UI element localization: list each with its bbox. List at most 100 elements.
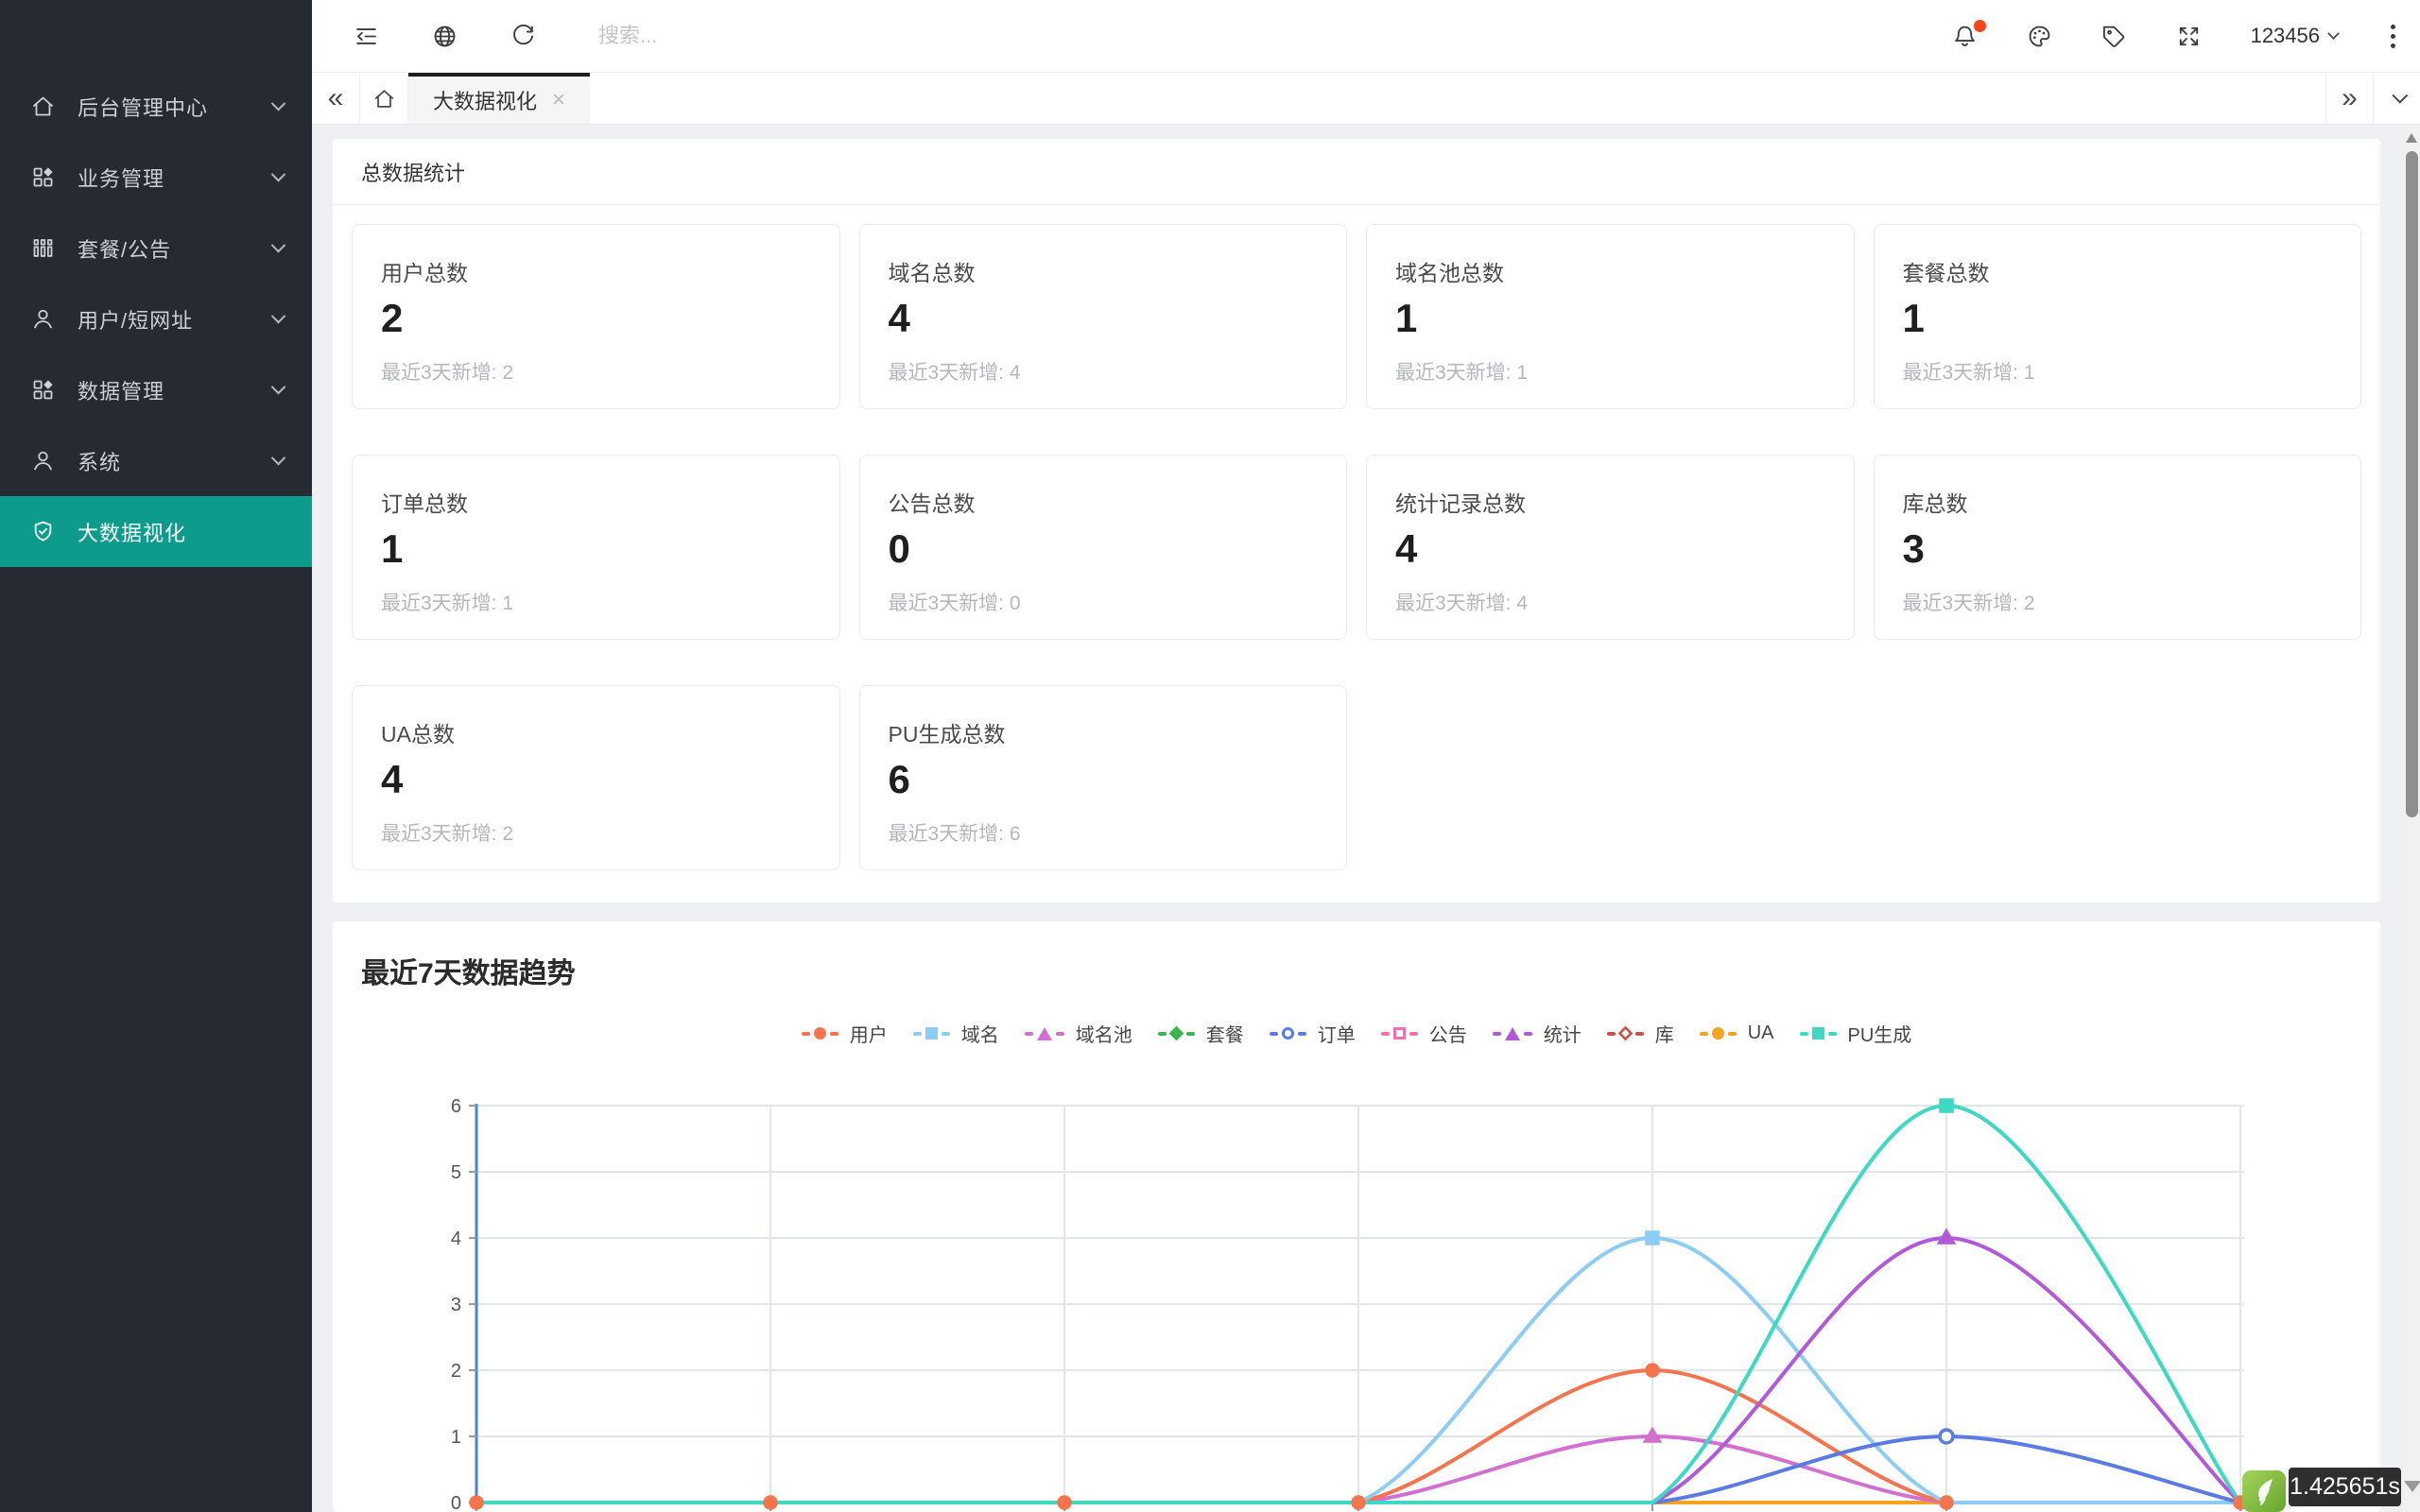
scrollbar-up-arrow-icon[interactable] xyxy=(2406,133,2417,143)
columns-icon xyxy=(30,235,56,261)
user-icon xyxy=(30,448,56,473)
sidebar-item-后台管理中心[interactable]: 后台管理中心 xyxy=(0,71,312,142)
sidebar-item-label: 系统 xyxy=(78,446,121,476)
sidebar-item-业务管理[interactable]: 业务管理 xyxy=(0,142,312,213)
legend-item-域名[interactable]: 域名 xyxy=(913,1020,999,1047)
stat-card-subtext: 最近3天新增: 4 xyxy=(1395,588,1854,616)
legend-item-库[interactable]: 库 xyxy=(1607,1020,1674,1047)
trend-chart-svg: 0123456 xyxy=(420,1087,2291,1512)
legend-dash xyxy=(1635,1032,1644,1036)
circle-open-marker-icon xyxy=(1282,1027,1294,1040)
sidebar-item-数据管理[interactable]: 数据管理 xyxy=(0,354,312,425)
stat-card-title: 域名总数 xyxy=(889,255,1347,287)
tabs-scroll-right-button[interactable]: » xyxy=(2325,73,2373,124)
stat-card-value: 2 xyxy=(381,299,839,338)
username: 123456 xyxy=(2251,24,2320,48)
topbar-right: 123456 xyxy=(1903,21,2403,52)
sidebar-item-label: 用户/短网址 xyxy=(78,304,193,335)
home-tab-button[interactable] xyxy=(359,73,408,124)
appstore-icon xyxy=(30,164,56,190)
data-point-用户 xyxy=(1646,1364,1659,1377)
notification-dot xyxy=(1974,20,1986,32)
stat-card-subtext: 最近3天新增: 2 xyxy=(381,818,839,847)
stat-card-subtext: 最近3天新增: 6 xyxy=(889,818,1347,847)
tabs-menu-button[interactable] xyxy=(2373,73,2420,124)
fullscreen-icon[interactable] xyxy=(2176,24,2202,49)
stat-card-PU生成总数: PU生成总数 6 最近3天新增: 6 xyxy=(859,685,1348,870)
debug-duration: 1.425651s xyxy=(2290,1473,2400,1501)
circle-filled-marker-icon xyxy=(1712,1027,1724,1040)
chart-legend: 用户 域名域名池套餐订单公告统计库 UA PU生成 xyxy=(333,1020,2380,1047)
globe-icon[interactable] xyxy=(432,24,458,49)
menu-fold-icon[interactable] xyxy=(354,24,379,49)
sidebar-item-label: 业务管理 xyxy=(78,163,164,193)
legend-label: 域名 xyxy=(961,1020,999,1047)
legend-item-UA[interactable]: UA xyxy=(1700,1022,1774,1044)
legend-item-统计[interactable]: 统计 xyxy=(1493,1020,1582,1047)
tab-label: 大数据视化 xyxy=(433,85,537,115)
stat-card-域名总数: 域名总数 4 最近3天新增: 4 xyxy=(859,224,1348,409)
tabs-scroll-left-button[interactable]: « xyxy=(312,73,359,124)
stat-card-subtext: 最近3天新增: 2 xyxy=(1903,588,2361,616)
vertical-scrollbar[interactable] xyxy=(2404,125,2420,1512)
y-axis-tick-label: 4 xyxy=(451,1228,461,1249)
data-point-域名 xyxy=(1646,1231,1659,1245)
sidebar-item-label: 套餐/公告 xyxy=(78,233,171,264)
legend-item-域名池[interactable]: 域名池 xyxy=(1025,1020,1132,1047)
tabbar: « 大数据视化 × » xyxy=(312,73,2420,125)
chevron-down-icon xyxy=(271,451,286,466)
leaf-flame-icon xyxy=(2248,1475,2280,1507)
kebab-menu-icon[interactable] xyxy=(2383,21,2403,52)
y-axis-tick-label: 5 xyxy=(451,1162,461,1183)
sidebar-item-大数据视化[interactable]: 大数据视化 xyxy=(0,496,312,567)
chevron-down-icon xyxy=(271,238,286,253)
legend-dash xyxy=(1409,1032,1418,1036)
stat-card-value: 6 xyxy=(889,760,1347,799)
sidebar-item-用户/短网址[interactable]: 用户/短网址 xyxy=(0,284,312,354)
debug-caret-icon[interactable] xyxy=(2404,1481,2420,1492)
chevron-down-icon xyxy=(271,96,286,112)
stat-card-title: 订单总数 xyxy=(381,486,839,518)
data-point-用户 xyxy=(1940,1496,1953,1509)
legend-dash xyxy=(830,1032,838,1036)
shield-check-icon xyxy=(30,519,56,544)
user-menu[interactable]: 123456 xyxy=(2251,24,2338,48)
stat-card-title: 库总数 xyxy=(1903,486,2361,518)
stat-card-title: 域名池总数 xyxy=(1395,255,1854,287)
sidebar-item-系统[interactable]: 系统 xyxy=(0,425,312,496)
home-icon xyxy=(30,94,56,119)
data-point-订单 xyxy=(1940,1430,1953,1443)
trend-panel: 最近7天数据趋势 用户域名域名池套餐订单公告统计库UAPU生成 0123456 xyxy=(333,921,2380,1512)
legend-item-PU生成[interactable]: PU生成 xyxy=(1800,1020,1912,1047)
stat-card-value: 4 xyxy=(889,299,1347,338)
palette-icon[interactable] xyxy=(2027,24,2052,49)
close-icon[interactable]: × xyxy=(552,89,565,112)
legend-item-用户[interactable]: 用户 xyxy=(802,1020,888,1047)
legend-dash xyxy=(1700,1032,1708,1036)
legend-item-公告[interactable]: 公告 xyxy=(1381,1020,1467,1047)
refresh-icon[interactable] xyxy=(510,24,536,49)
stat-card-subtext: 最近3天新增: 1 xyxy=(1395,357,1854,386)
legend-dash xyxy=(1056,1032,1064,1036)
bell-icon[interactable] xyxy=(1952,24,1978,49)
legend-dash xyxy=(802,1032,810,1036)
stat-card-subtext: 最近3天新增: 4 xyxy=(889,357,1347,386)
data-point-PU生成 xyxy=(1940,1099,1953,1112)
debug-toolbar-logo[interactable] xyxy=(2242,1470,2286,1512)
tab-big-data-visualization[interactable]: 大数据视化 × xyxy=(408,73,590,124)
legend-item-订单[interactable]: 订单 xyxy=(1270,1020,1356,1047)
search-input[interactable] xyxy=(596,23,1003,49)
diamond-filled-marker-icon xyxy=(1168,1026,1184,1041)
tag-icon[interactable] xyxy=(2101,24,2127,49)
stat-card-title: PU生成总数 xyxy=(889,716,1347,748)
stat-card-value: 3 xyxy=(1903,529,2361,569)
sidebar-item-套餐/公告[interactable]: 套餐/公告 xyxy=(0,213,312,284)
legend-item-套餐[interactable]: 套餐 xyxy=(1158,1020,1244,1047)
chevron-down-icon xyxy=(271,167,286,182)
y-axis-tick-label: 0 xyxy=(451,1493,461,1512)
legend-dash xyxy=(942,1032,950,1036)
scrollbar-thumb[interactable] xyxy=(2406,151,2418,817)
triangle-filled-marker-icon xyxy=(1505,1027,1520,1040)
stat-card-value: 1 xyxy=(1395,299,1854,338)
y-axis-tick-label: 6 xyxy=(451,1096,461,1117)
